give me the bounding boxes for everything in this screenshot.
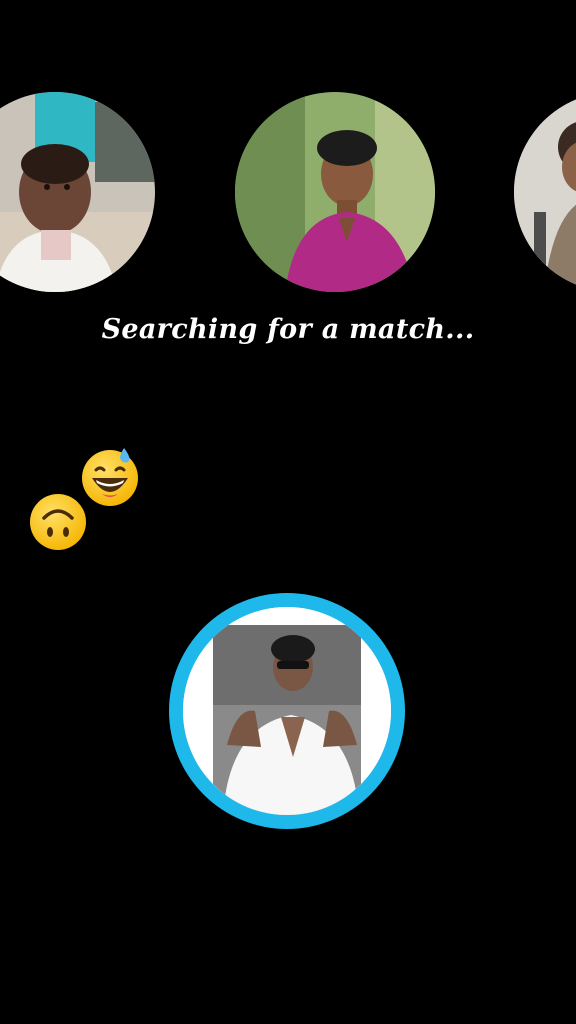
user-avatar-photo-icon xyxy=(183,607,391,815)
upside-down-face-emoji-icon xyxy=(30,494,86,550)
candidate-avatar-3[interactable] xyxy=(514,92,576,292)
user-avatar-ring xyxy=(169,593,405,829)
candidate-carousel xyxy=(0,0,576,300)
match-search-screen: Searching for a match... xyxy=(0,0,576,1024)
searching-status-text: Searching for a match... xyxy=(101,314,475,345)
child-photo-icon xyxy=(0,92,155,292)
young-man-photo-icon xyxy=(235,92,435,292)
candidate-avatar-1[interactable] xyxy=(0,92,155,292)
upside-down-face-emoji xyxy=(26,490,90,554)
partial-person-photo-icon xyxy=(514,92,576,292)
candidate-avatar-2[interactable] xyxy=(235,92,435,292)
user-avatar[interactable] xyxy=(183,607,391,815)
